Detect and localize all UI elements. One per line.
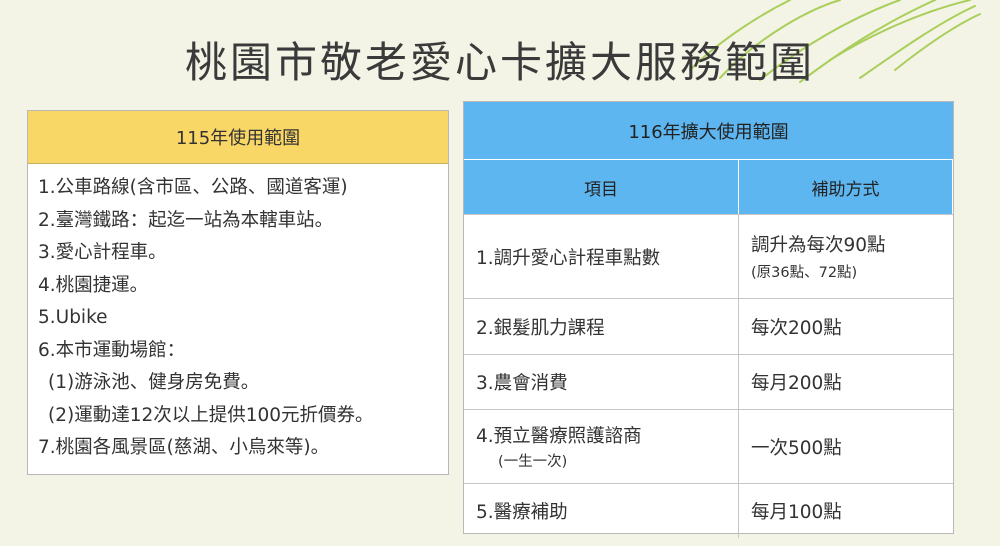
item-label: 3.農會消費: [476, 373, 568, 394]
method-label: 每月100點: [751, 502, 842, 523]
list-item: 7.桃園各風景區(慈湖、小烏來等)。: [38, 437, 330, 458]
column-header-item: 項目: [464, 160, 739, 214]
list-item: 3.愛心計程車。: [38, 242, 167, 263]
current-scope-list: 1.公車路線(含市區、公路、國道客運) 2.臺灣鐵路：起迄一站為本轄車站。 3.…: [28, 164, 448, 465]
method-label: 調升為每次90點: [751, 235, 886, 256]
column-header-method: 補助方式: [739, 160, 953, 214]
method-note: (原36點、72點): [751, 265, 858, 281]
current-scope-panel: 115年使用範圍 1.公車路線(含市區、公路、國道客運) 2.臺灣鐵路：起迄一站…: [27, 110, 449, 475]
list-item: 5.Ubike: [38, 307, 108, 328]
item-label: 5.醫療補助: [476, 502, 568, 523]
method-label: 每月200點: [751, 373, 842, 394]
table-row-item: 3.農會消費: [464, 354, 739, 409]
item-label: 4.預立醫療照護諮商: [476, 426, 642, 447]
table-row-method: 每次200點: [739, 298, 953, 354]
list-subitem: (2)運動達12次以上提供100元折價券。: [48, 404, 374, 426]
table-row-item: 2.銀髮肌力課程: [464, 298, 739, 354]
page-title: 桃園市敬老愛心卡擴大服務範圍: [184, 38, 815, 87]
list-item: 4.桃園捷運。: [38, 274, 149, 296]
expanded-scope-header: 116年擴大使用範圍: [464, 102, 953, 160]
method-label: 每次200點: [751, 317, 842, 339]
list-item: 6.本市運動場館：: [38, 339, 186, 361]
method-label: 一次500點: [751, 437, 842, 459]
list-item: 2.臺灣鐵路：起迄一站為本轄車站。: [38, 209, 334, 231]
table-row-method: 調升為每次90點 (原36點、72點): [739, 214, 953, 298]
current-scope-header: 115年使用範圍: [28, 111, 448, 164]
expanded-scope-table: 116年擴大使用範圍 項目 補助方式 1.調升愛心計程車點數 調升為每次90點 …: [463, 101, 954, 538]
table-row-method: 一次500點: [739, 409, 953, 483]
table-row-item: 4.預立醫療照護諮商 (一生一次): [464, 409, 739, 483]
item-label: 1.調升愛心計程車點數: [476, 247, 661, 269]
item-note: (一生一次): [498, 454, 568, 470]
table-row-item: 1.調升愛心計程車點數: [464, 214, 739, 298]
table-row-item: 5.醫療補助: [464, 483, 739, 538]
table-row-method: 每月200點: [739, 354, 953, 409]
table-row-method: 每月100點: [739, 483, 953, 538]
list-subitem: (1)游泳池、健身房免費。: [48, 372, 260, 393]
item-label: 2.銀髮肌力課程: [476, 317, 605, 339]
list-item: 1.公車路線(含市區、公路、國道客運): [38, 177, 348, 198]
